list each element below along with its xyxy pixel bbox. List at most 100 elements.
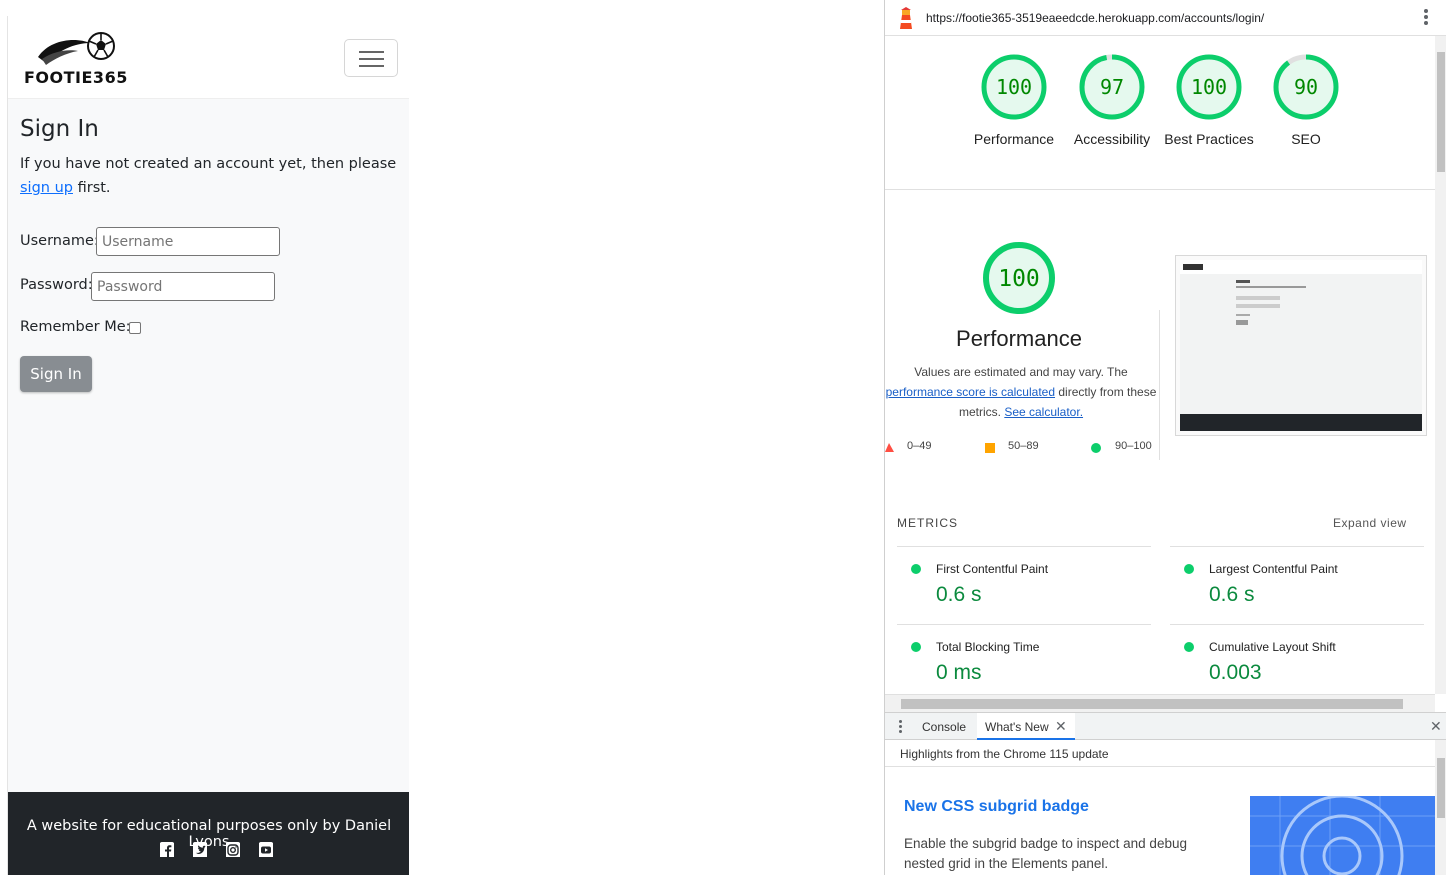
close-drawer-icon[interactable]: ✕ — [1430, 718, 1442, 735]
pass-circle-icon — [1184, 564, 1194, 574]
pass-circle-icon — [911, 642, 921, 652]
see-calculator-link[interactable]: See calculator. — [1004, 405, 1083, 419]
site-preview: FOOTIE365 Sign In If you have not create… — [7, 16, 409, 875]
thumb-navbar — [1180, 260, 1422, 274]
legend-fail: 0–49 — [907, 440, 932, 452]
average-square-icon — [985, 443, 995, 453]
tbt-value: 0 ms — [936, 661, 982, 684]
feature-illustration — [1250, 796, 1435, 875]
performance-title: Performance — [956, 326, 1082, 351]
performance-score: 100 — [996, 75, 1032, 99]
scrollbar-thumb[interactable] — [1437, 758, 1445, 818]
drawer-menu-icon[interactable] — [899, 720, 903, 734]
feature-description: Enable the subgrid badge to inspect and … — [904, 836, 1187, 871]
logo-text[interactable]: FOOTIE365 — [24, 68, 128, 87]
drawer-subheader: Highlights from the Chrome 115 update — [885, 740, 1446, 767]
performance-gauge[interactable]: 100 — [981, 54, 1047, 120]
instagram-icon[interactable] — [226, 842, 240, 857]
accessibility-gauge[interactable]: 97 — [1079, 54, 1145, 120]
tbt-label: Total Blocking Time — [936, 640, 1040, 654]
signup-prompt: If you have not created an account yet, … — [20, 152, 400, 200]
cls-value: 0.003 — [1209, 661, 1262, 684]
feature-title-link[interactable]: New CSS subgrid badge — [904, 798, 1089, 816]
divider — [1170, 624, 1424, 625]
accessibility-gauge-label: Accessibility — [1073, 131, 1151, 147]
whats-new-highlight: Highlights from the Chrome 115 update — [900, 747, 1109, 761]
legend-average: 50–89 — [1008, 440, 1039, 452]
close-tab-icon[interactable]: ✕ — [1055, 718, 1067, 735]
thumb-field — [1236, 304, 1280, 308]
audited-url[interactable]: https://footie365-3519eaeedcde.herokuapp… — [926, 11, 1264, 25]
thumb-text — [1236, 286, 1306, 288]
lighthouse-icon — [900, 7, 912, 29]
expand-view-toggle[interactable]: Expand view — [1333, 516, 1407, 530]
hamburger-icon-bar — [359, 58, 384, 60]
tab-whats-new[interactable]: What's New ✕ — [977, 713, 1075, 740]
best-practices-gauge-label: Best Practices — [1164, 131, 1254, 147]
seo-score: 90 — [1294, 75, 1318, 99]
devtools-panel: https://footie365-3519eaeedcde.herokuapp… — [884, 0, 1446, 875]
thumb-title — [1236, 280, 1250, 283]
perf-desc-text-1: Values are estimated and may vary. The — [914, 365, 1128, 379]
vertical-scrollbar[interactable] — [1435, 36, 1446, 694]
metrics-header: METRICS — [897, 516, 958, 530]
performance-description: Values are estimated and may vary. The p… — [885, 362, 1157, 422]
site-navbar: FOOTIE365 — [8, 16, 409, 99]
password-input[interactable] — [91, 272, 275, 301]
footer-text: A website for educational purposes only … — [26, 818, 392, 850]
more-options-icon[interactable] — [1423, 9, 1429, 27]
fcp-label: First Contentful Paint — [936, 562, 1049, 576]
signup-link[interactable]: sign up — [20, 180, 73, 196]
best-practices-gauge[interactable]: 100 — [1176, 54, 1242, 120]
thumb-footer — [1180, 414, 1422, 431]
fail-triangle-icon — [885, 443, 894, 452]
thumb-checkbox — [1236, 314, 1250, 316]
username-label: Username: — [20, 233, 99, 249]
divider — [897, 546, 1151, 547]
performance-main-score: 100 — [998, 266, 1040, 292]
divider — [1159, 310, 1160, 460]
username-input[interactable] — [96, 227, 280, 256]
scrollbar-thumb[interactable] — [901, 699, 1403, 709]
best-practices-score: 100 — [1191, 75, 1227, 99]
password-label: Password: — [20, 277, 93, 293]
thumb-body — [1180, 274, 1422, 414]
scrollbar-thumb[interactable] — [1437, 52, 1445, 172]
seo-gauge[interactable]: 90 — [1273, 54, 1339, 120]
performance-gauge-label: Performance — [973, 131, 1055, 147]
fcp-value: 0.6 s — [936, 583, 982, 606]
pass-circle-icon — [1184, 642, 1194, 652]
score-calculated-link[interactable]: performance score is calculated — [886, 385, 1055, 399]
remember-me-label: Remember Me: — [20, 319, 131, 335]
tab-console[interactable]: Console — [922, 720, 966, 734]
sign-in-button[interactable]: Sign In — [20, 356, 92, 392]
final-screenshot-thumbnail[interactable] — [1175, 255, 1427, 436]
thumb-button — [1236, 320, 1248, 325]
hamburger-icon-bar — [359, 65, 384, 67]
accessibility-score: 97 — [1100, 75, 1124, 99]
pass-circle-icon — [1091, 443, 1101, 453]
lcp-label: Largest Contentful Paint — [1209, 562, 1338, 576]
performance-main-gauge: 100 — [983, 242, 1055, 314]
lcp-value: 0.6 s — [1209, 583, 1255, 606]
drawer-vertical-scrollbar[interactable] — [1435, 740, 1446, 875]
facebook-icon[interactable] — [160, 842, 174, 857]
divider — [897, 624, 1151, 625]
tab-whats-new-label: What's New — [985, 720, 1049, 734]
cls-label: Cumulative Layout Shift — [1209, 640, 1336, 654]
site-footer: A website for educational purposes only … — [8, 792, 409, 875]
hamburger-icon — [359, 51, 384, 53]
pass-circle-icon — [911, 564, 921, 574]
remember-me-checkbox[interactable] — [129, 322, 141, 334]
page-title: Sign In — [20, 116, 99, 142]
seo-gauge-label: SEO — [1291, 131, 1321, 147]
twitter-icon[interactable] — [193, 842, 207, 857]
legend-pass: 90–100 — [1115, 440, 1152, 452]
signup-prompt-suffix: first. — [72, 180, 111, 196]
drawer-tab-bar: Console What's New ✕ ✕ — [885, 712, 1446, 740]
navbar-toggle-button[interactable] — [344, 39, 398, 77]
thumb-logo — [1183, 264, 1203, 270]
lighthouse-url-bar: https://footie365-3519eaeedcde.herokuapp… — [885, 0, 1446, 36]
youtube-icon[interactable] — [259, 842, 273, 857]
horizontal-scrollbar[interactable] — [885, 694, 1435, 712]
